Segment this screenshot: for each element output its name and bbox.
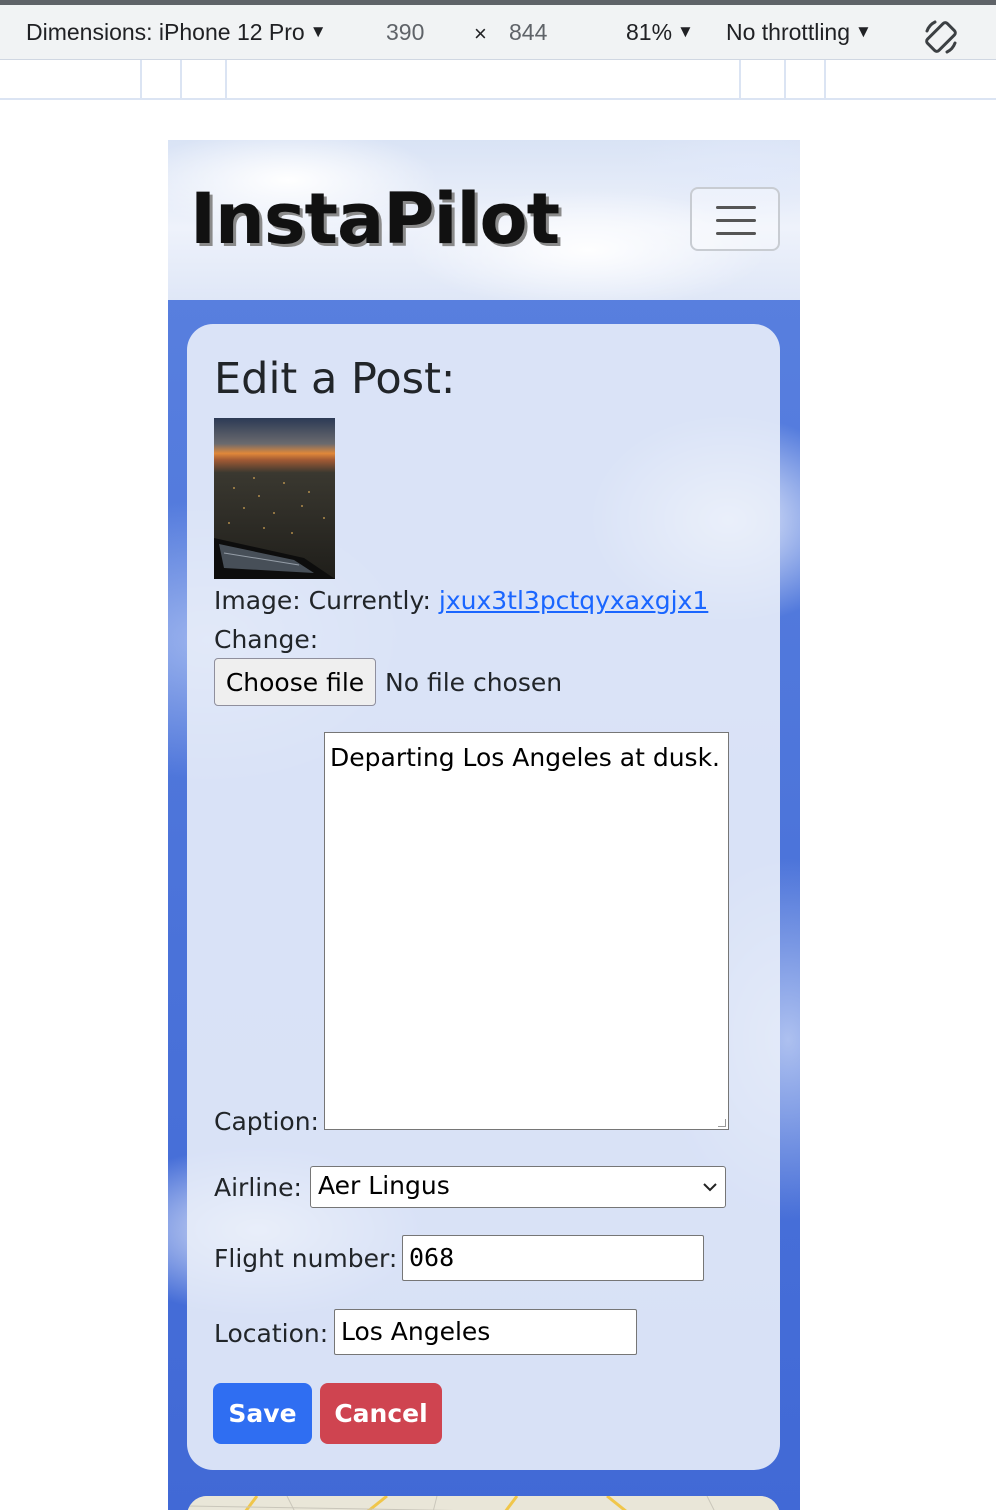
device-viewport: InstaPilot Edit a Post: Image: Currently… — [168, 140, 800, 1510]
device-dimensions-label: Dimensions: iPhone 12 Pro — [26, 19, 305, 45]
navbar-toggler-button[interactable] — [690, 187, 780, 251]
caption-textarea[interactable]: Departing Los Angeles at dusk. — [324, 732, 729, 1130]
resize-grip-icon[interactable] — [718, 1119, 726, 1127]
chevron-down-icon — [703, 1183, 717, 1192]
throttling-label: No throttling — [726, 19, 851, 45]
dimensions-separator: × — [474, 21, 487, 46]
location-input[interactable]: Los Angeles — [334, 1309, 637, 1355]
airline-label: Airline: — [214, 1173, 302, 1202]
ruler-tick — [784, 60, 786, 98]
current-image-link[interactable]: jxux3tl3pctqyxaxgjx1 — [439, 586, 708, 615]
choose-file-button[interactable]: Choose file — [214, 658, 376, 706]
edit-post-card: Edit a Post: Image: Currently: jxux3tl3p… — [187, 324, 780, 1470]
caret-down-icon: ▼ — [309, 22, 327, 41]
change-label: Change: — [214, 625, 319, 654]
hamburger-menu-icon — [716, 232, 756, 235]
flight-number-input[interactable]: 068 — [402, 1235, 704, 1281]
location-label: Location: — [214, 1319, 329, 1348]
airline-select[interactable]: Aer Lingus — [310, 1166, 726, 1208]
flight-number-label: Flight number: — [214, 1244, 398, 1273]
caption-text: Departing Los Angeles at dusk. — [330, 743, 720, 772]
viewport-height-input[interactable]: 844 — [509, 19, 547, 46]
ruler-tick — [739, 60, 741, 98]
ruler-tick — [140, 60, 142, 98]
cancel-button[interactable]: Cancel — [320, 1383, 442, 1444]
throttling-dropdown[interactable]: No throttling ▼ — [726, 19, 872, 46]
media-query-ruler — [0, 60, 996, 100]
post-image-thumbnail — [214, 418, 335, 579]
image-current-row: Image: Currently: jxux3tl3pctqyxaxgjx1 — [214, 586, 708, 615]
file-status-text: No file chosen — [385, 668, 563, 697]
hamburger-menu-icon — [716, 206, 756, 209]
device-dimensions-dropdown[interactable]: Dimensions: iPhone 12 Pro ▼ — [26, 19, 327, 46]
zoom-dropdown[interactable]: 81% ▼ — [626, 19, 694, 46]
caption-label: Caption: — [214, 1107, 319, 1136]
ruler-tick — [180, 60, 182, 98]
hamburger-menu-icon — [716, 219, 756, 222]
caret-down-icon: ▼ — [855, 22, 872, 41]
devtools-device-toolbar: Dimensions: iPhone 12 Pro ▼ 390 × 844 81%… — [0, 0, 996, 60]
ruler-tick — [225, 60, 227, 98]
brand-logo[interactable]: InstaPilot — [190, 178, 560, 260]
ruler-tick — [824, 60, 826, 98]
image-current-label: Image: Currently: — [214, 586, 431, 615]
navbar: InstaPilot — [168, 140, 800, 300]
page-title: Edit a Post: — [214, 354, 456, 404]
viewport-width-input[interactable]: 390 — [386, 19, 424, 46]
next-card-map-preview — [187, 1496, 780, 1510]
caret-down-icon: ▼ — [677, 22, 694, 41]
save-button[interactable]: Save — [213, 1383, 312, 1444]
zoom-label: 81% — [626, 19, 673, 45]
airline-selected-value: Aer Lingus — [318, 1171, 450, 1200]
rotate-icon[interactable] — [921, 17, 961, 57]
